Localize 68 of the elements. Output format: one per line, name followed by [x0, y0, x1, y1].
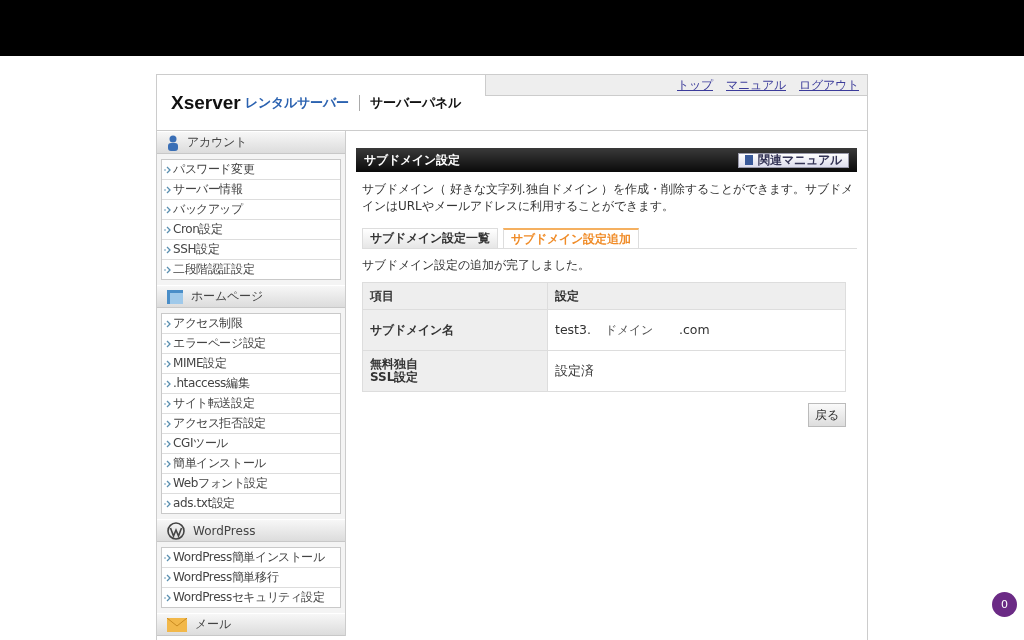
sidebar-item[interactable]: サイト転送設定	[162, 394, 340, 414]
value-text: .com	[678, 321, 710, 337]
header-link[interactable]: ログアウト	[799, 76, 859, 94]
header-link[interactable]: マニュアル	[726, 76, 786, 94]
arrow-icon	[164, 379, 172, 388]
arrow-icon	[164, 419, 172, 428]
arrow-icon	[164, 165, 172, 174]
arrow-icon	[164, 339, 172, 348]
sidebar-item[interactable]: ads.txt設定	[162, 494, 340, 513]
sidebar-item[interactable]: WordPress簡単インストール	[162, 548, 340, 568]
section-title: ホームページ	[191, 288, 263, 305]
column-header: 項目	[362, 282, 548, 310]
sidebar-item[interactable]: Cron設定	[162, 220, 340, 240]
arrow-icon	[164, 359, 172, 368]
row-label: サブドメイン名	[362, 309, 548, 351]
person-icon	[167, 134, 179, 151]
sidebar-item[interactable]: パスワード変更	[162, 160, 340, 180]
arrow-icon	[164, 185, 172, 194]
sidebar-item[interactable]: 簡単インストール	[162, 454, 340, 474]
row-label: 無料独自 SSL設定	[362, 350, 548, 392]
sidebar-item[interactable]: アクセス制限	[162, 314, 340, 334]
arrow-icon	[164, 553, 172, 562]
sidebar-item[interactable]: アクセス拒否設定	[162, 414, 340, 434]
notification-badge[interactable]: 0	[992, 592, 1017, 617]
arrow-icon	[164, 593, 172, 602]
sidebar-item[interactable]: WordPress簡単移行	[162, 568, 340, 588]
sidebar-item[interactable]: MIME設定	[162, 354, 340, 374]
sidebar-item[interactable]: バックアップ	[162, 200, 340, 220]
arrow-icon	[164, 479, 172, 488]
arrow-icon	[164, 459, 172, 468]
tab[interactable]: サブドメイン設定一覧	[362, 228, 498, 248]
arrow-icon	[164, 439, 172, 448]
sidebar-item[interactable]: サーバー情報	[162, 180, 340, 200]
section-title: メール	[195, 616, 231, 633]
back-button[interactable]: 戻る	[808, 403, 846, 427]
wordpress-logo-icon	[167, 521, 185, 540]
section-title: WordPress	[193, 523, 256, 538]
sidebar-item[interactable]: SSH設定	[162, 240, 340, 260]
arrow-icon	[164, 265, 172, 274]
sidebar-item[interactable]: 二段階認証設定	[162, 260, 340, 279]
sidebar-item[interactable]: エラーページ設定	[162, 334, 340, 354]
sidebar-item[interactable]: WordPressセキュリティ設定	[162, 588, 340, 607]
section-title: アカウント	[187, 134, 247, 151]
value-text: 設定済	[555, 362, 594, 378]
arrow-icon	[164, 319, 172, 328]
sidebar-item[interactable]: .htaccess編集	[162, 374, 340, 394]
envelope-icon	[167, 617, 187, 632]
manual-button[interactable]: 関連マニュアル	[738, 152, 849, 168]
arrow-icon	[164, 499, 172, 508]
arrow-icon	[164, 225, 172, 234]
sidebar-item[interactable]: CGIツール	[162, 434, 340, 454]
header-link[interactable]: トップ	[677, 76, 713, 94]
column-header: 設定	[547, 282, 846, 310]
sidebar-item[interactable]: Webフォント設定	[162, 474, 340, 494]
arrow-icon	[164, 205, 172, 214]
value-text: ドメイン	[604, 322, 653, 337]
description: サブドメイン（ 好きな文字列.独自ドメイン ）を作成・削除することができます。サブドメインはURLやメールアドレスに利用することができます。	[362, 181, 855, 215]
arrow-icon	[164, 245, 172, 254]
arrow-icon	[164, 573, 172, 582]
value-text: test3.	[555, 321, 591, 337]
brand-logo: Xserver	[171, 92, 241, 114]
page-title: サブドメイン設定	[364, 151, 460, 169]
book-icon	[745, 155, 753, 165]
arrow-icon	[164, 399, 172, 408]
success-message: サブドメイン設定の追加が完了しました。	[362, 257, 591, 274]
product-name: レンタルサーバー	[244, 94, 349, 112]
panel-name: サーバーパネル	[369, 94, 461, 112]
page-icon	[167, 289, 183, 304]
